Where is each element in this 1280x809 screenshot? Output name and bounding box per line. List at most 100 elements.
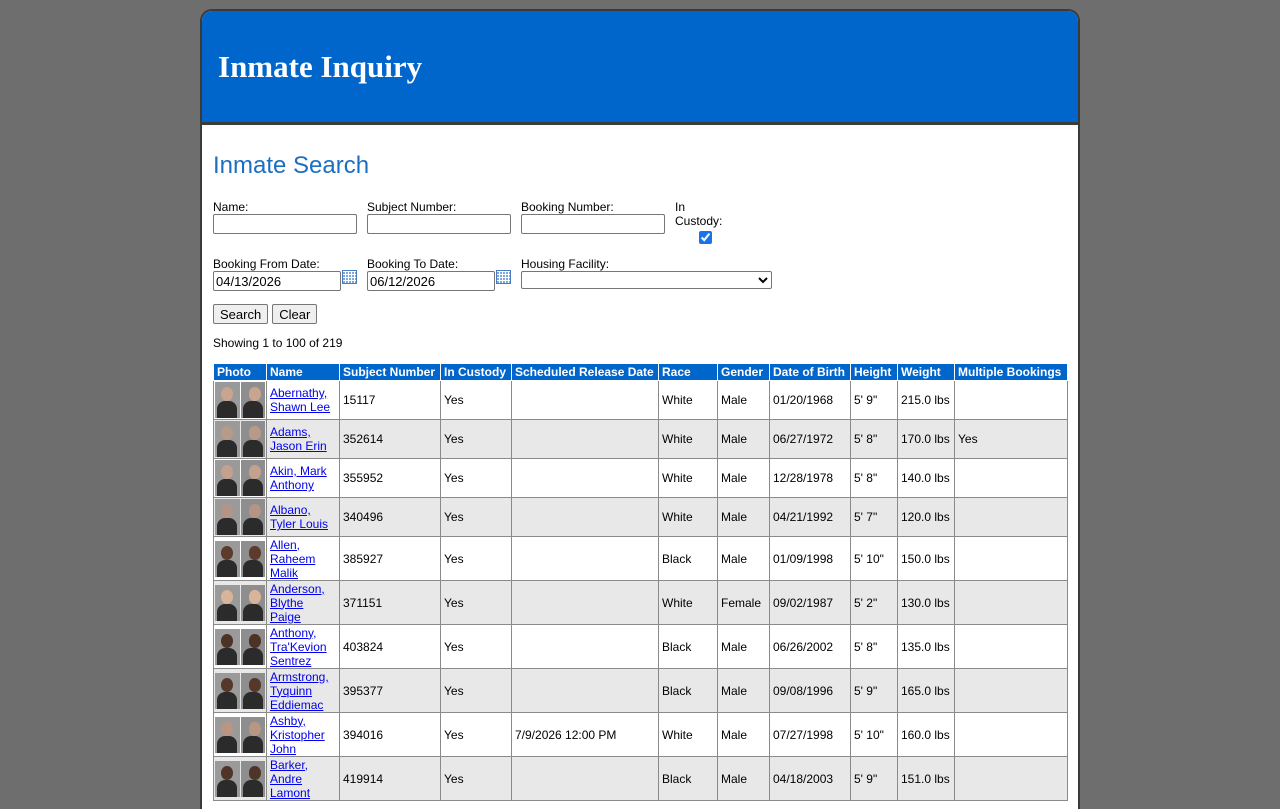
mugshot-image[interactable] <box>215 421 265 457</box>
calendar-icon[interactable] <box>496 270 511 284</box>
booking-number-field-group: Booking Number: <box>521 200 665 244</box>
table-row: Abernathy, Shawn Lee 15117 Yes White Male 01/2… <box>213 380 1068 420</box>
weight-cell: 170.0 lbs <box>897 419 955 459</box>
table-row: Barker, Andre Lamont 419914 Yes Black Male 04/1… <box>213 756 1068 801</box>
in-custody-cell: Yes <box>440 756 512 801</box>
mugshot-image[interactable] <box>215 460 265 496</box>
race-cell: Black <box>658 756 718 801</box>
mugshot-front <box>215 760 240 797</box>
height-cell: 5' 9" <box>850 668 898 713</box>
inmate-name-link[interactable]: Barker, Andre Lamont <box>270 758 310 800</box>
release-date-cell <box>511 497 659 537</box>
main-content: Inmate Search Name: Subject Number: Book… <box>202 152 1078 801</box>
booking-number-input[interactable] <box>521 214 665 234</box>
search-button[interactable]: Search <box>213 304 269 324</box>
inmate-name-link[interactable]: Albano, Tyler Louis <box>270 503 328 531</box>
booking-from-input[interactable] <box>213 271 341 291</box>
in-custody-cell: Yes <box>440 580 512 625</box>
release-date-cell <box>511 380 659 420</box>
inmate-name-link[interactable]: Anthony, Tra'Kevion Sentrez <box>270 626 327 668</box>
name-cell: Albano, Tyler Louis <box>266 497 340 537</box>
inmate-name-link[interactable]: Ashby, Kristopher John <box>270 714 325 756</box>
height-cell: 5' 7" <box>850 497 898 537</box>
subject-number-cell: 352614 <box>339 419 441 459</box>
mugshot-front <box>215 460 240 496</box>
height-cell: 5' 8" <box>850 624 898 669</box>
inmate-name-link[interactable]: Abernathy, Shawn Lee <box>270 386 330 414</box>
weight-cell: 135.0 lbs <box>897 624 955 669</box>
mugshot-profile <box>240 672 265 709</box>
name-cell: Akin, Mark Anthony <box>266 458 340 498</box>
weight-cell: 120.0 lbs <box>897 497 955 537</box>
name-cell: Anderson, Blythe Paige <box>266 580 340 625</box>
race-cell: Black <box>658 668 718 713</box>
in-custody-cell: Yes <box>440 624 512 669</box>
name-label: Name: <box>213 200 249 214</box>
dob-cell: 07/27/1998 <box>769 712 851 757</box>
gender-cell: Male <box>717 497 770 537</box>
booking-to-input[interactable] <box>367 271 495 291</box>
booking-number-label: Booking Number: <box>521 200 614 214</box>
weight-cell: 130.0 lbs <box>897 580 955 625</box>
dob-cell: 06/27/1972 <box>769 419 851 459</box>
column-header-height: Height <box>850 363 898 381</box>
table-row: Albano, Tyler Louis 340496 Yes White Male 04/2… <box>213 497 1068 537</box>
page-title: Inmate Search <box>213 152 370 179</box>
mugshot-front <box>215 540 240 577</box>
column-header-weight: Weight <box>897 363 955 381</box>
mugshot-image[interactable] <box>215 540 265 577</box>
height-cell: 5' 8" <box>850 458 898 498</box>
subject-number-cell: 419914 <box>339 756 441 801</box>
inmate-name-link[interactable]: Akin, Mark Anthony <box>270 464 327 492</box>
height-cell: 5' 10" <box>850 712 898 757</box>
dob-cell: 06/26/2002 <box>769 624 851 669</box>
inmate-name-link[interactable]: Adams, Jason Erin <box>270 425 327 453</box>
photo-cell <box>213 756 267 801</box>
release-date-cell <box>511 668 659 713</box>
gender-cell: Male <box>717 536 770 581</box>
housing-facility-select[interactable] <box>521 271 772 289</box>
subject-number-input[interactable] <box>367 214 511 234</box>
mugshot-image[interactable] <box>215 672 265 709</box>
mugshot-image[interactable] <box>215 628 265 665</box>
mugshot-profile <box>240 760 265 797</box>
dob-cell: 09/08/1996 <box>769 668 851 713</box>
height-cell: 5' 9" <box>850 380 898 420</box>
gender-cell: Male <box>717 756 770 801</box>
race-cell: White <box>658 419 718 459</box>
header-banner: Inmate Inquiry <box>202 11 1078 125</box>
gender-cell: Male <box>717 419 770 459</box>
name-input[interactable] <box>213 214 357 234</box>
mugshot-image[interactable] <box>215 760 265 797</box>
mugshot-front <box>215 499 240 535</box>
booking-to-wrap <box>367 270 511 291</box>
inmate-name-link[interactable]: Armstrong, Tyquinn Eddiemac <box>270 670 329 712</box>
height-cell: 5' 9" <box>850 756 898 801</box>
subject-number-field-group: Subject Number: <box>367 200 511 244</box>
table-row: Anderson, Blythe Paige 371151 Yes White Female… <box>213 580 1068 625</box>
mugshot-image[interactable] <box>215 499 265 535</box>
race-cell: Black <box>658 536 718 581</box>
release-date-cell <box>511 580 659 625</box>
weight-cell: 160.0 lbs <box>897 712 955 757</box>
inmate-name-link[interactable]: Allen, Raheem Malik <box>270 538 315 580</box>
mugshot-image[interactable] <box>215 584 265 621</box>
race-cell: White <box>658 712 718 757</box>
in-custody-cell: Yes <box>440 668 512 713</box>
inmate-name-link[interactable]: Anderson, Blythe Paige <box>270 582 325 624</box>
multiple-bookings-cell <box>954 497 1068 537</box>
clear-button[interactable]: Clear <box>272 304 318 324</box>
in-custody-cell: Yes <box>440 536 512 581</box>
mugshot-image[interactable] <box>215 382 265 418</box>
release-date-cell <box>511 419 659 459</box>
mugshot-front <box>215 672 240 709</box>
in-custody-checkbox[interactable] <box>698 231 712 244</box>
column-header-name: Name <box>266 363 340 381</box>
calendar-icon[interactable] <box>342 270 357 284</box>
subject-number-cell: 15117 <box>339 380 441 420</box>
weight-cell: 215.0 lbs <box>897 380 955 420</box>
search-form-row-2: Booking From Date: Booking To Date: Hous… <box>213 257 1078 291</box>
subject-number-cell: 403824 <box>339 624 441 669</box>
weight-cell: 140.0 lbs <box>897 458 955 498</box>
mugshot-image[interactable] <box>215 716 265 753</box>
